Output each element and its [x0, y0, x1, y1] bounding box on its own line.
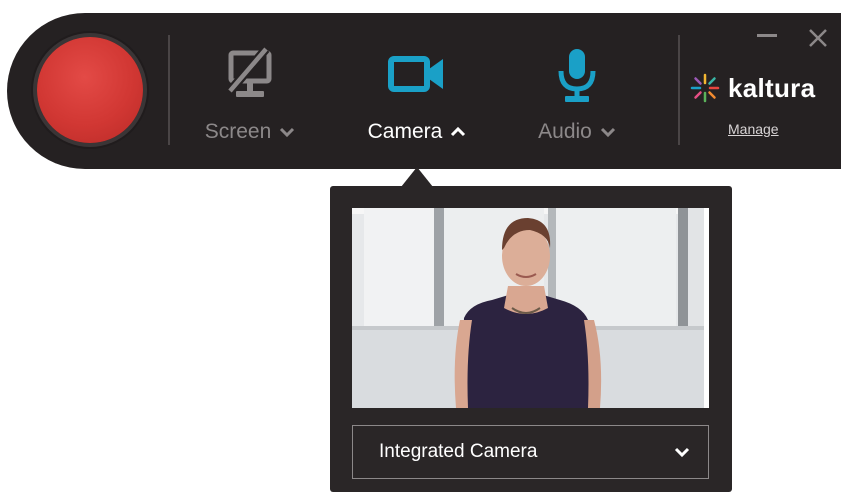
- chevron-down-icon: [600, 127, 615, 138]
- camera-device-select[interactable]: Integrated Camera: [352, 425, 709, 479]
- screen-off-icon: [185, 47, 315, 103]
- chevron-up-icon: [451, 126, 466, 137]
- toolbar-divider: [168, 35, 170, 145]
- kaltura-brand: kaltura: [690, 70, 815, 106]
- audio-source-button[interactable]: Audio: [512, 43, 642, 153]
- panel-caret: [401, 167, 433, 187]
- video-camera-icon: [352, 47, 482, 103]
- close-icon[interactable]: [806, 26, 830, 50]
- chevron-down-icon: [280, 127, 295, 138]
- webcam-preview: [352, 208, 709, 408]
- camera-source-button[interactable]: Camera: [352, 43, 482, 153]
- recorder-window: Screen Camera Audio kaltura Manage Integ…: [0, 0, 841, 492]
- microphone-icon: [512, 47, 642, 103]
- audio-label: Audio: [538, 120, 592, 143]
- camera-device-value: Integrated Camera: [379, 441, 538, 462]
- brand-name: kaltura: [728, 72, 816, 103]
- manage-link[interactable]: Manage: [728, 121, 779, 137]
- camera-panel: Integrated Camera: [330, 186, 732, 492]
- minimize-icon[interactable]: [757, 34, 777, 37]
- screen-label: Screen: [204, 120, 272, 143]
- camera-label: Camera: [367, 120, 443, 143]
- kaltura-logo-icon: [690, 73, 720, 103]
- chevron-down-icon: [674, 447, 690, 458]
- toolbar-divider: [678, 35, 680, 145]
- record-button[interactable]: [37, 37, 143, 143]
- screen-source-button[interactable]: Screen: [185, 43, 315, 153]
- recorder-toolbar: Screen Camera Audio kaltura Manage: [7, 13, 841, 169]
